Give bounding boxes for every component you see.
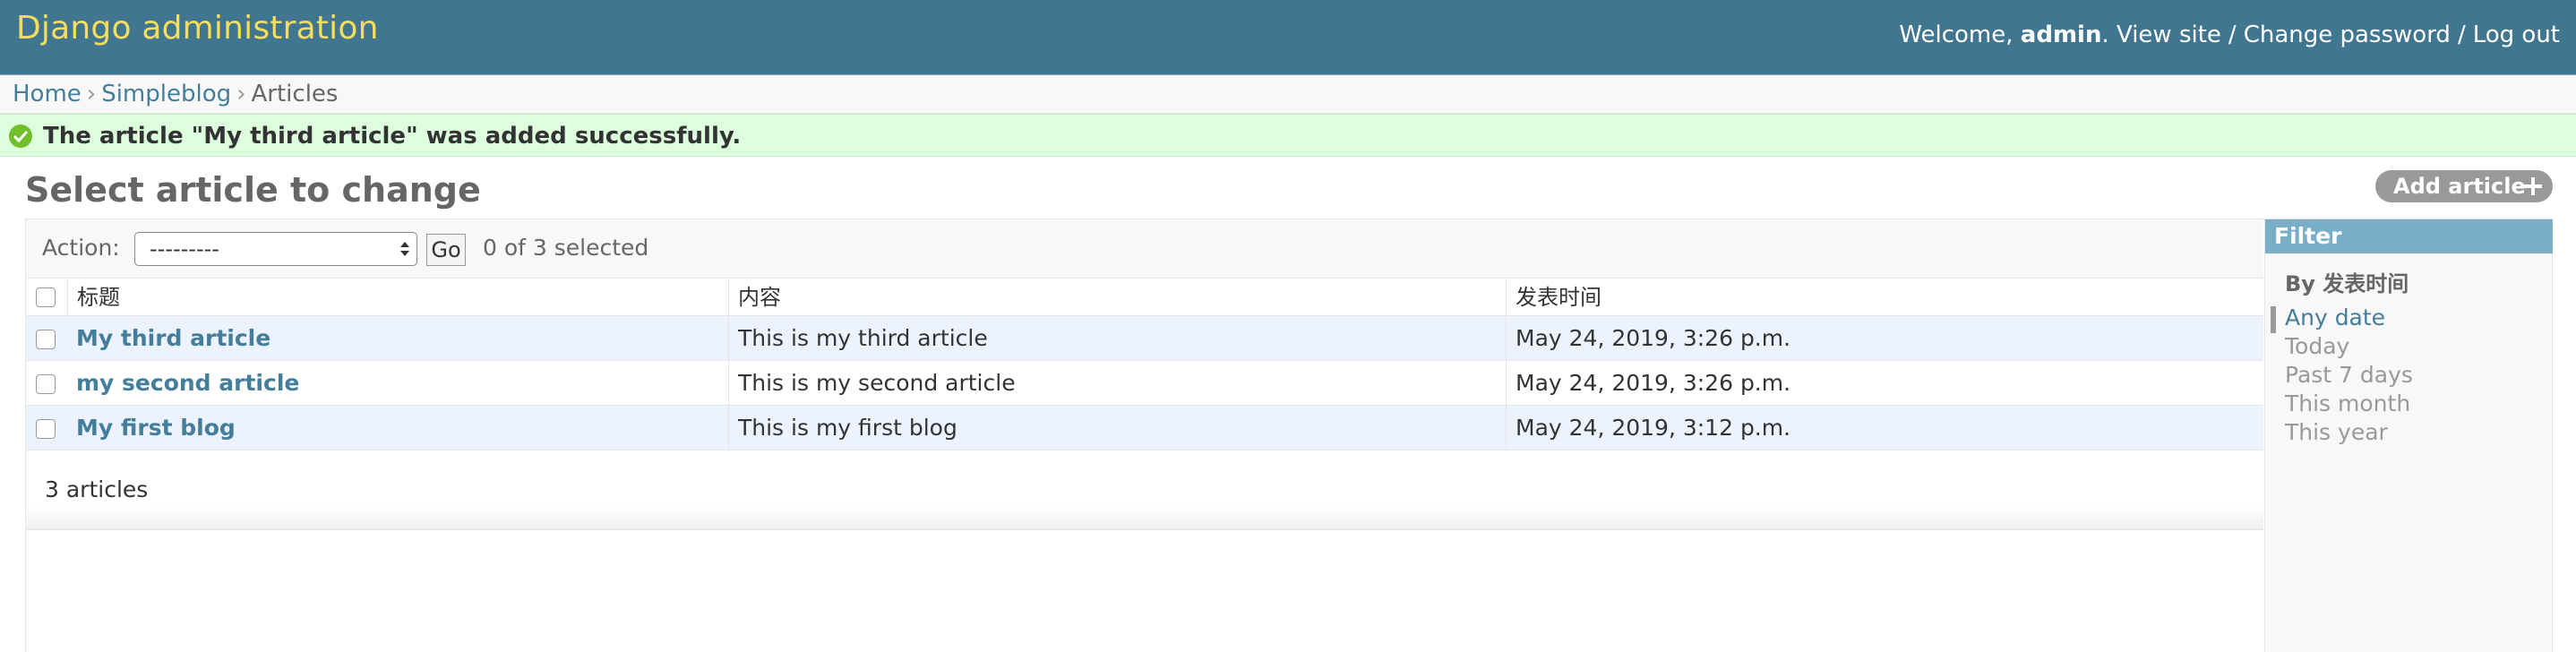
actions-bar: Action: --------- Go 0 of 3 selected (26, 219, 2263, 279)
table-row: my second article This is my second arti… (26, 361, 2263, 406)
success-message-text: The article "My third article" was added… (43, 123, 742, 150)
time-cell: May 24, 2019, 3:26 p.m. (1506, 361, 2263, 405)
filter-panel: Filter By 发表时间 Any date Today Past 7 day… (2264, 219, 2553, 652)
row-checkbox[interactable] (36, 330, 56, 349)
breadcrumb-current: Articles (251, 81, 339, 107)
filter-subtitle: By 发表时间 (2285, 271, 2409, 296)
title-cell: My third article (67, 316, 728, 360)
breadcrumb-separator: › (86, 81, 97, 107)
view-site-link[interactable]: View site (2117, 21, 2221, 48)
row-checkbox[interactable] (36, 419, 56, 439)
time-cell: May 24, 2019, 3:26 p.m. (1506, 316, 2263, 360)
article-link[interactable]: My third article (76, 325, 270, 351)
content-cell: This is my second article (728, 361, 1506, 405)
time-cell: May 24, 2019, 3:12 p.m. (1506, 406, 2263, 450)
row-checkbox-cell (26, 361, 67, 405)
content-cell: This is my first blog (728, 406, 1506, 450)
breadcrumb-home-link[interactable]: Home (13, 81, 82, 107)
welcome-text: Welcome, (1899, 21, 2021, 48)
filter-title: Filter (2265, 219, 2553, 253)
page-title: Select article to change (25, 170, 481, 210)
paginator: 3 articles (26, 453, 2263, 530)
success-check-icon (9, 124, 32, 148)
row-checkbox-cell (26, 316, 67, 360)
breadcrumb: Home › Simpleblog › Articles (0, 75, 2576, 114)
filter-option-today[interactable]: Today (2285, 332, 2349, 361)
title-cell: my second article (67, 361, 728, 405)
title-cell: My first blog (67, 406, 728, 450)
filter-option-this-year[interactable]: This year (2285, 418, 2388, 447)
content-cell: This is my third article (728, 316, 1506, 360)
column-header-time[interactable]: 发表时间 (1506, 279, 2263, 315)
breadcrumb-separator: › (236, 81, 246, 107)
plus-icon (2524, 177, 2542, 195)
user-tools: Welcome, admin. View site / Change passwor… (1899, 20, 2560, 50)
table-header-row: 标题 内容 发表时间 (26, 279, 2263, 316)
welcome-period: . (2101, 21, 2117, 48)
breadcrumb-app-link[interactable]: Simpleblog (101, 81, 231, 107)
result-count: 3 articles (45, 476, 149, 502)
select-arrows-icon (400, 242, 409, 256)
action-select-value: --------- (150, 236, 219, 262)
action-counter: 0 of 3 selected (483, 235, 649, 261)
user-tools-separator: / (2457, 21, 2466, 48)
add-article-label: Add article (2393, 174, 2526, 199)
filter-option-any-date[interactable]: Any date (2285, 304, 2385, 332)
change-password-link[interactable]: Change password (2244, 21, 2451, 48)
header-checkbox-cell (26, 279, 67, 315)
column-header-title[interactable]: 标题 (67, 279, 728, 315)
success-message: The article "My third article" was added… (0, 114, 2576, 157)
go-button[interactable]: Go (426, 234, 466, 266)
table-row: My third article This is my third articl… (26, 316, 2263, 361)
filter-option-past-7-days[interactable]: Past 7 days (2285, 361, 2413, 390)
log-out-link[interactable]: Log out (2473, 21, 2560, 48)
article-link[interactable]: My first blog (76, 415, 236, 441)
username: admin (2020, 21, 2102, 48)
action-select[interactable]: --------- (134, 232, 417, 266)
table-row: My first blog This is my first blog May … (26, 406, 2263, 450)
selected-filter-marker (2271, 306, 2276, 333)
user-tools-separator: / (2228, 21, 2237, 48)
add-article-button[interactable]: Add article (2375, 170, 2553, 202)
row-checkbox-cell (26, 406, 67, 450)
header-bar: Django administration Welcome, admin. Vi… (0, 0, 2576, 75)
row-checkbox[interactable] (36, 374, 56, 394)
column-header-content[interactable]: 内容 (728, 279, 1506, 315)
filter-option-this-month[interactable]: This month (2285, 390, 2410, 418)
site-name[interactable]: Django administration (16, 9, 379, 48)
action-label: Action: (42, 235, 120, 261)
select-all-checkbox[interactable] (36, 287, 56, 307)
article-link[interactable]: my second article (76, 370, 299, 396)
